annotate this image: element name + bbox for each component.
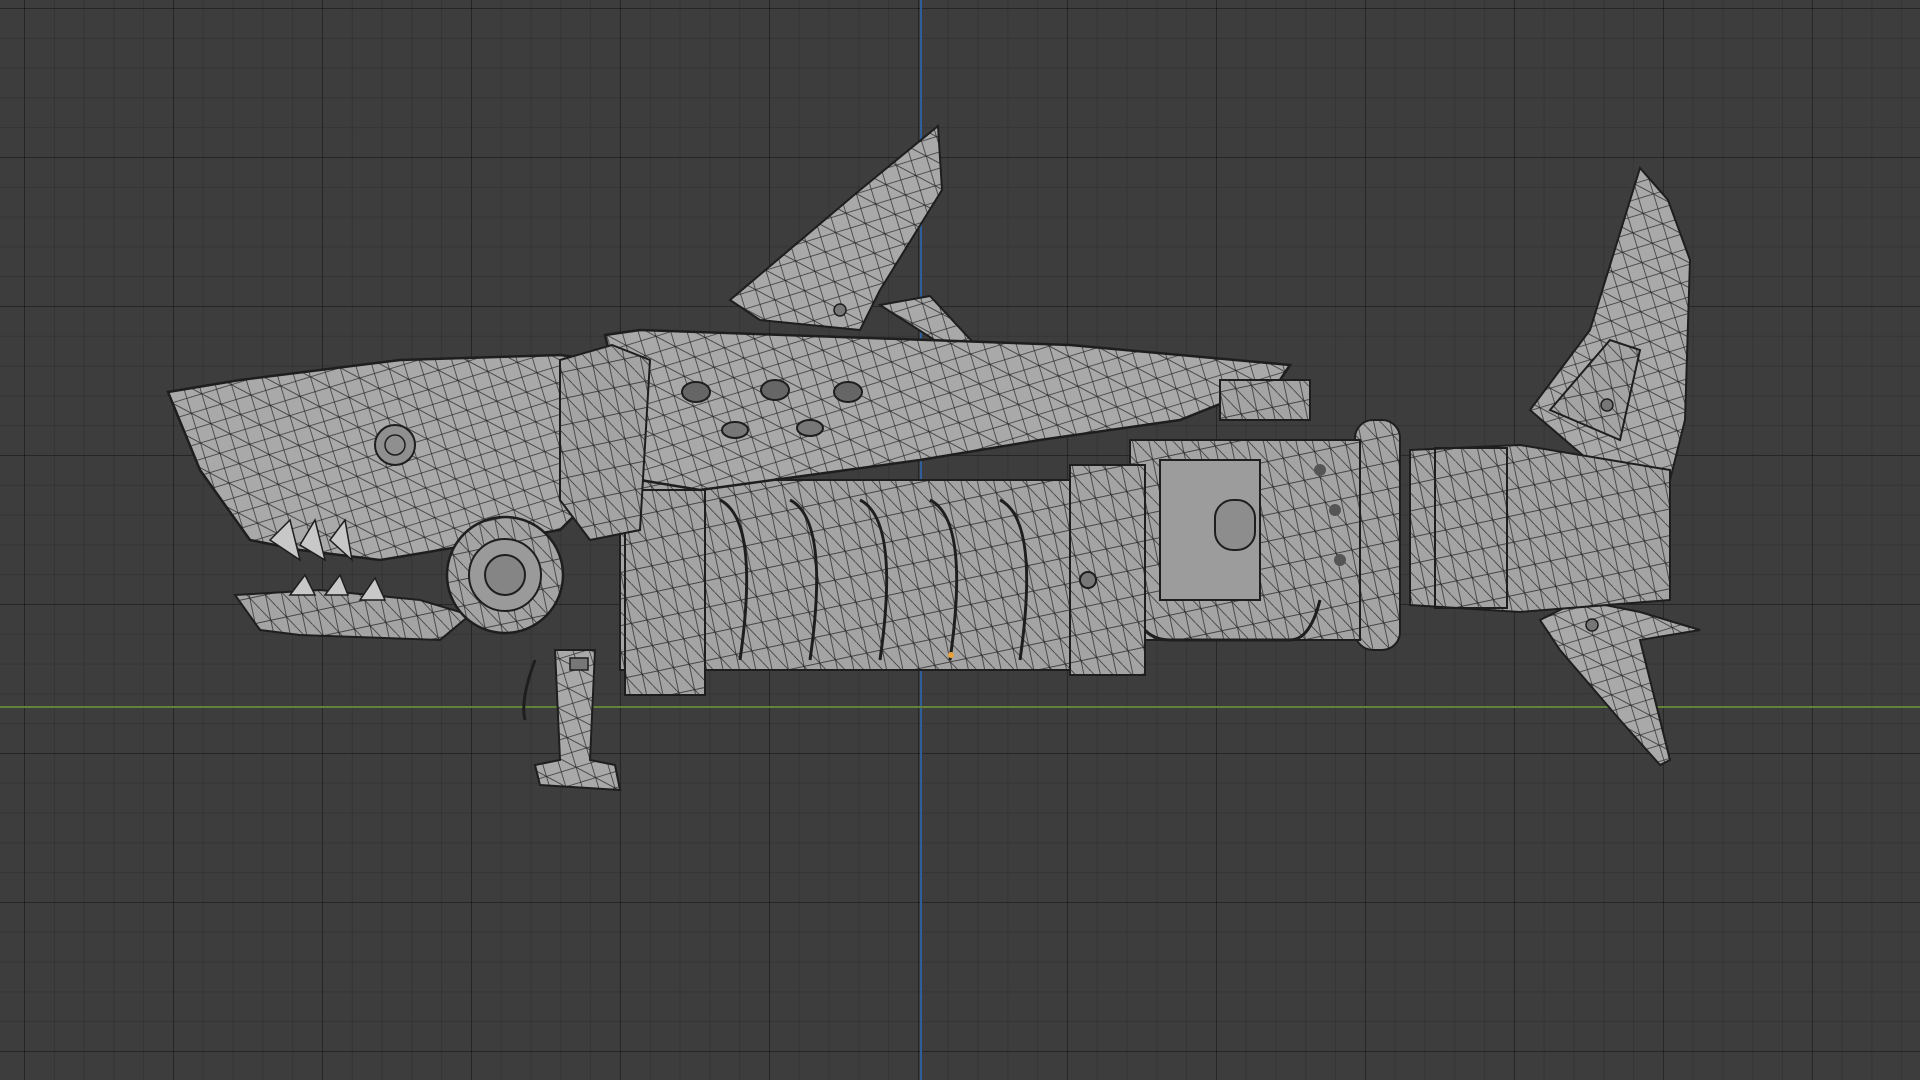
dorsal-fin[interactable] (728, 123, 983, 351)
lower-jaw[interactable] (233, 573, 473, 642)
mid-mechanism[interactable] (1128, 439, 1361, 642)
shark-head[interactable] (166, 353, 622, 563)
lower-rear-fin[interactable] (1538, 598, 1701, 767)
main-body-drum[interactable] (619, 464, 1146, 696)
hinge-gear[interactable] (445, 515, 565, 635)
neck-plate[interactable] (559, 343, 652, 542)
object-origin-dot (948, 652, 954, 658)
grip-handle[interactable] (522, 649, 622, 792)
shark-gun-mesh[interactable] (0, 0, 1920, 1080)
tail-fin[interactable] (1528, 165, 1692, 482)
3d-viewport[interactable] (0, 0, 1920, 1080)
